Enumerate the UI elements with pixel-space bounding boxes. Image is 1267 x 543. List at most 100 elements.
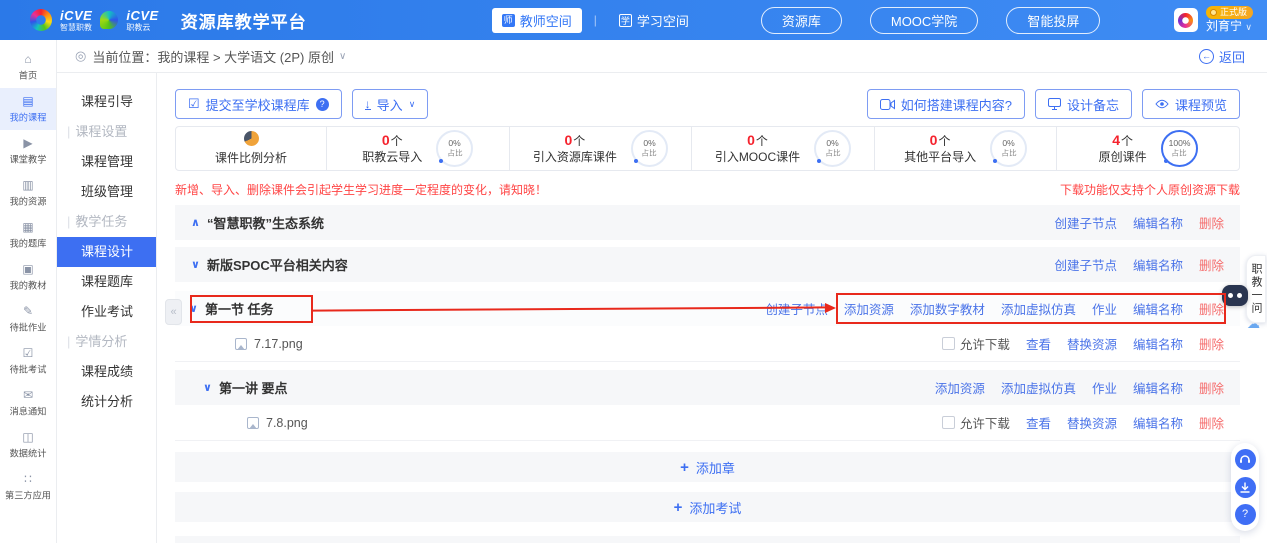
edit-name-link[interactable]: 编辑名称 (1133, 378, 1183, 397)
tab-teacher-space[interactable]: 师 教师空间 (492, 8, 582, 33)
delete-link[interactable]: 删除 (1199, 413, 1224, 432)
collapse-arrow-icon[interactable]: ∧ (191, 216, 200, 229)
sidebar-item-my-resources[interactable]: ▥ 我的资源 (0, 172, 56, 214)
download-button[interactable] (1235, 477, 1256, 498)
smart-casting-button[interactable]: 智能投屏 (1006, 7, 1100, 34)
avatar[interactable] (1174, 8, 1198, 32)
delete-link[interactable]: 删除 (1199, 299, 1224, 318)
edit-name-link[interactable]: 编辑名称 (1133, 334, 1183, 353)
sidebar-item-home[interactable]: ⌂ 首页 (0, 46, 56, 88)
section-actions: 创建子节点 添加资源 添加数字教材 添加虚拟仿真 作业 编辑名称 删除 (765, 299, 1224, 318)
replace-resource-link[interactable]: 替换资源 (1067, 334, 1117, 353)
submit-to-school-library-button[interactable]: ☑ 提交至学校课程库 ? (175, 89, 342, 119)
collapse-submenu-handle[interactable]: « (165, 299, 182, 325)
create-child-node-link[interactable]: 创建子节点 (1054, 213, 1117, 232)
tab-student-space[interactable]: 学 学习空间 (609, 8, 699, 33)
allow-download-checkbox[interactable] (942, 416, 955, 429)
allow-download-checkbox[interactable] (942, 337, 955, 350)
assistant-bubble[interactable]: 职教一问 (1246, 255, 1266, 323)
courseware-stats-bar: 课件比例分析 0个 职教云导入 0% 占比 0个 引入资源库课件 0% (175, 126, 1240, 171)
status-badge: 正式版 (1206, 6, 1253, 19)
submenu-item-class-management[interactable]: 班级管理 (57, 177, 156, 207)
sidebar-item-data-statistics[interactable]: ◫ 数据统计 (0, 424, 56, 466)
mooc-academy-button[interactable]: MOOC学院 (870, 7, 978, 34)
partial-next-row (175, 536, 1240, 543)
create-child-node-link[interactable]: 创建子节点 (765, 299, 828, 318)
submenu-item-statistical-analysis[interactable]: 统计分析 (57, 387, 156, 417)
submenu-item-course-grades[interactable]: 课程成绩 (57, 357, 156, 387)
add-exam-button[interactable]: + 添加考试 (175, 492, 1240, 522)
left-icon-rail: ⌂ 首页 ▤ 我的课程 ▶ 课堂教学 ▥ 我的资源 ▦ 我的题库 ▣ 我的教材 … (0, 40, 57, 543)
section-row-first-task: ∨ 第一节 任务 创建子节点 添加资源 添加数字教材 添加虚拟仿真 作业 编辑名… (175, 291, 1240, 326)
submenu-item-course-design[interactable]: 课程设计 (57, 237, 156, 267)
sidebar-item-my-question-bank[interactable]: ▦ 我的题库 (0, 214, 56, 256)
avatar-logo-icon (1178, 13, 1193, 28)
help-button[interactable]: ? (1235, 504, 1256, 525)
sidebar-item-classroom-teaching[interactable]: ▶ 课堂教学 (0, 130, 56, 172)
view-link[interactable]: 查看 (1026, 413, 1051, 432)
app-root: iCVE 智慧职教 iCVE 职教云 资源库教学平台 师 教师空间 | 学 学习… (0, 0, 1267, 543)
file-actions: 允许下载 查看 替换资源 编辑名称 删除 (942, 334, 1224, 353)
user-menu[interactable]: 刘育宁 ∨ (1206, 19, 1252, 33)
create-child-node-link[interactable]: 创建子节点 (1054, 255, 1117, 274)
add-digital-textbook-link[interactable]: 添加数字教材 (910, 299, 985, 318)
how-to-build-course-button[interactable]: 如何搭建课程内容? (867, 89, 1025, 119)
image-file-icon (235, 338, 247, 350)
edit-name-link[interactable]: 编辑名称 (1133, 255, 1183, 274)
sidebar-item-third-party-apps[interactable]: ∷ 第三方应用 (0, 466, 56, 508)
submenu-item-homework-exams[interactable]: 作业考试 (57, 297, 156, 327)
add-virtual-simulation-link[interactable]: 添加虚拟仿真 (1001, 299, 1076, 318)
section-tick: | (67, 334, 70, 349)
edit-name-link[interactable]: 编辑名称 (1133, 413, 1183, 432)
chapter-row-ecosystem: ∧ “智慧职教”生态系统 创建子节点 编辑名称 删除 (175, 205, 1240, 240)
replace-resource-link[interactable]: 替换资源 (1067, 413, 1117, 432)
assistant-robot-icon[interactable] (1222, 285, 1248, 306)
add-resource-link[interactable]: 添加资源 (844, 299, 894, 318)
customer-service-button[interactable] (1235, 449, 1256, 470)
course-submenu: 课程引导 |课程设置 课程管理 班级管理 |教学任务 课程设计 课程题库 作业考… (57, 73, 157, 543)
edit-name-link[interactable]: 编辑名称 (1133, 213, 1183, 232)
teacher-space-icon: 师 (502, 14, 515, 27)
video-camera-icon (880, 99, 895, 110)
add-virtual-simulation-link[interactable]: 添加虚拟仿真 (1001, 378, 1076, 397)
submenu-item-course-guide[interactable]: 课程引导 (57, 87, 156, 117)
homework-link[interactable]: 作业 (1092, 299, 1117, 318)
import-button[interactable]: ↓ 导入 ∨ (352, 89, 429, 119)
add-chapter-button[interactable]: + 添加章 (175, 452, 1240, 482)
expand-arrow-icon[interactable]: ∨ (191, 258, 200, 271)
sidebar-item-label: 第三方应用 (5, 487, 51, 501)
expand-arrow-icon[interactable]: ∨ (203, 381, 212, 394)
sidebar-item-pending-homework[interactable]: ✎ 待批作业 (0, 298, 56, 340)
breadcrumb[interactable]: 我的课程 > 大学语文 (2P) 原创 (157, 47, 334, 66)
logo-secondary: iCVE 职教云 (126, 9, 158, 32)
section-actions: 添加资源 添加虚拟仿真 作业 编辑名称 删除 (935, 378, 1224, 397)
stat-percent-ring: 100% 占比 (1161, 130, 1198, 167)
edit-name-link[interactable]: 编辑名称 (1133, 299, 1183, 318)
delete-link[interactable]: 删除 (1199, 213, 1224, 232)
submenu-item-course-management[interactable]: 课程管理 (57, 147, 156, 177)
submenu-item-course-question-bank[interactable]: 课程题库 (57, 267, 156, 297)
design-memo-button[interactable]: 设计备忘 (1035, 89, 1132, 119)
homework-link[interactable]: 作业 (1092, 378, 1117, 397)
file-actions: 允许下载 查看 替换资源 编辑名称 删除 (942, 413, 1224, 432)
expand-arrow-icon[interactable]: ∨ (189, 302, 198, 315)
delete-link[interactable]: 删除 (1199, 255, 1224, 274)
sidebar-item-my-courses[interactable]: ▤ 我的课程 (0, 88, 56, 130)
sidebar-item-my-textbooks[interactable]: ▣ 我的教材 (0, 256, 56, 298)
chevron-down-icon[interactable]: ∨ (339, 51, 346, 62)
allow-download-option[interactable]: 允许下载 (942, 413, 1010, 432)
sidebar-item-message-notice[interactable]: ✉ 消息通知 (0, 382, 56, 424)
view-link[interactable]: 查看 (1026, 334, 1051, 353)
sidebar-item-pending-exams[interactable]: ☑ 待批考试 (0, 340, 56, 382)
back-button[interactable]: ← 返回 (1199, 47, 1245, 66)
delete-link[interactable]: 删除 (1199, 334, 1224, 353)
delete-link[interactable]: 删除 (1199, 378, 1224, 397)
add-resource-link[interactable]: 添加资源 (935, 378, 985, 397)
resource-library-button[interactable]: 资源库 (761, 7, 842, 34)
logo-cluster: iCVE 智慧职教 iCVE 职教云 资源库教学平台 (30, 8, 307, 33)
notice-bar: 新增、导入、删除课件会引起学生学习进度一定程度的变化，请知晓！ 下载功能仅支持个… (175, 181, 1240, 198)
message-notice-icon: ✉ (23, 389, 33, 401)
tab-student-space-label: 学习空间 (637, 11, 689, 30)
allow-download-option[interactable]: 允许下载 (942, 334, 1010, 353)
course-preview-button[interactable]: 课程预览 (1142, 89, 1240, 119)
